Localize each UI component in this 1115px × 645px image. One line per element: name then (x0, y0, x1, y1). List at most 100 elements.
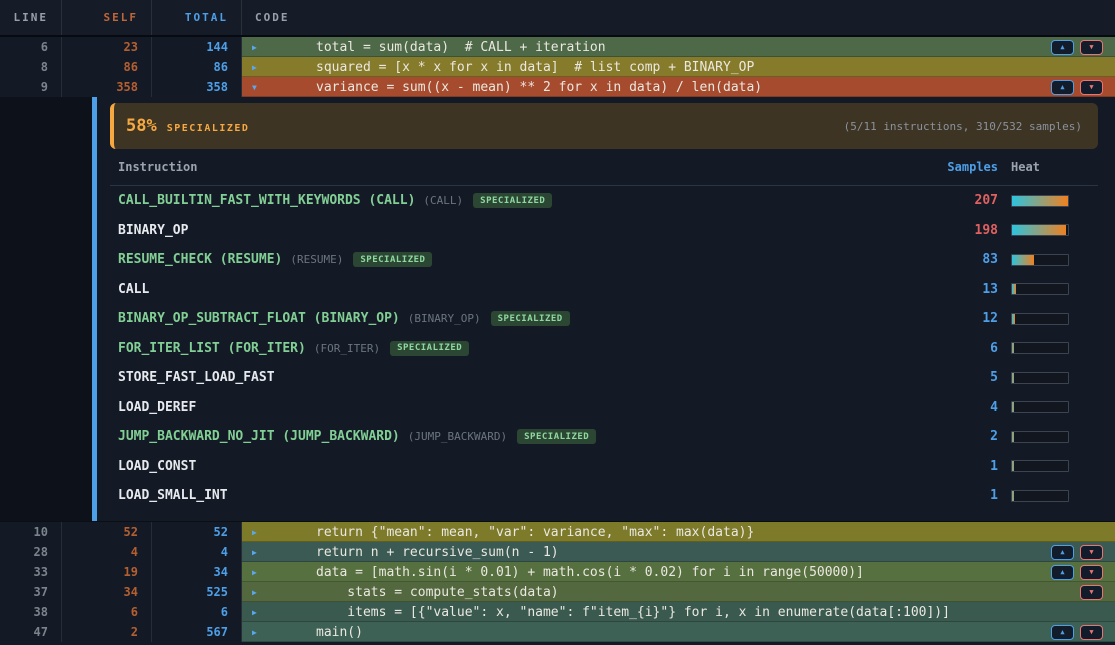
expand-icon[interactable]: ▶ (252, 522, 257, 542)
code-cell[interactable]: ▼variance = sum((x - mean) ** 2 for x in… (242, 77, 1115, 97)
base-instruction-name: (CALL) (423, 194, 463, 207)
total-samples: 86 (152, 57, 242, 77)
code-text: variance = sum((x - mean) ** 2 for x in … (242, 80, 762, 95)
specialization-panel: 58% SPECIALIZED (5/11 instructions, 310/… (0, 97, 1115, 521)
instruction-name-group: RESUME_CHECK (RESUME)(RESUME)SPECIALIZED (118, 252, 878, 267)
code-cell[interactable]: ▶data = [math.sin(i * 0.01) + math.cos(i… (242, 562, 1115, 582)
line-number: 33 (0, 562, 62, 582)
instruction-name: JUMP_BACKWARD_NO_JIT (JUMP_BACKWARD) (118, 429, 400, 444)
heat-bar-fill (1012, 284, 1016, 294)
sample-count: 1 (878, 459, 998, 474)
instruction-table-header: Instruction Samples Heat (110, 149, 1098, 186)
line-number: 6 (0, 37, 62, 57)
profiler-view: LINE SELF TOTAL CODE 623144▶total = sum(… (0, 0, 1115, 645)
code-row[interactable]: 3734525▶ stats = compute_stats(data)▼ (0, 582, 1115, 602)
instruction-name-group: BINARY_OP (118, 223, 878, 238)
self-samples: 52 (62, 522, 152, 542)
instruction-name-group: LOAD_SMALL_INT (118, 488, 878, 503)
base-instruction-name: (RESUME) (290, 253, 343, 266)
column-header-code: CODE (242, 0, 1115, 35)
jump-up-button[interactable]: ▲ (1051, 80, 1074, 95)
jump-down-button[interactable]: ▼ (1080, 585, 1103, 600)
jump-down-button[interactable]: ▼ (1080, 565, 1103, 580)
code-row[interactable]: 623144▶total = sum(data) # CALL + iterat… (0, 37, 1115, 57)
heat-bar-fill (1012, 461, 1014, 471)
code-row[interactable]: 88686▶squared = [x * x for x in data] # … (0, 57, 1115, 77)
line-number: 37 (0, 582, 62, 602)
total-samples: 6 (152, 602, 242, 622)
code-row[interactable]: 105252▶return {"mean": mean, "var": vari… (0, 522, 1115, 542)
panel-gutter (0, 97, 92, 521)
code-text: return n + recursive_sum(n - 1) (242, 545, 559, 560)
code-text: data = [math.sin(i * 0.01) + math.cos(i … (242, 565, 864, 580)
expand-icon[interactable]: ▶ (252, 622, 257, 642)
code-cell[interactable]: ▶return {"mean": mean, "var": variance, … (242, 522, 1115, 542)
code-row[interactable]: 9358358▼variance = sum((x - mean) ** 2 f… (0, 77, 1115, 97)
instruction-name: FOR_ITER_LIST (FOR_ITER) (118, 341, 306, 356)
instruction-name-group: LOAD_DEREF (118, 400, 878, 415)
jump-down-button[interactable]: ▼ (1080, 625, 1103, 640)
jump-down-button[interactable]: ▼ (1080, 80, 1103, 95)
code-row[interactable]: 2844▶return n + recursive_sum(n - 1)▲▼ (0, 542, 1115, 562)
instruction-name-group: FOR_ITER_LIST (FOR_ITER)(FOR_ITER)SPECIA… (118, 341, 878, 356)
up-arrow-icon: ▲ (1060, 629, 1064, 636)
expand-icon[interactable]: ▶ (252, 57, 257, 77)
row-nav-buttons: ▼ (1080, 585, 1103, 600)
jump-up-button[interactable]: ▲ (1051, 40, 1074, 55)
sample-count: 12 (878, 311, 998, 326)
expand-icon[interactable]: ▶ (252, 582, 257, 602)
code-row[interactable]: 472567▶main()▲▼ (0, 622, 1115, 642)
sample-count: 2 (878, 429, 998, 444)
line-number: 47 (0, 622, 62, 642)
heat-bar (1011, 254, 1069, 266)
sample-count: 6 (878, 341, 998, 356)
heat-bar (1011, 224, 1069, 236)
self-samples: 19 (62, 562, 152, 582)
summary-meta: (5/11 instructions, 310/532 samples) (844, 120, 1082, 133)
up-arrow-icon: ▲ (1060, 549, 1064, 556)
sample-count: 207 (878, 193, 998, 208)
total-samples: 4 (152, 542, 242, 562)
column-header-total: TOTAL (152, 0, 242, 35)
code-text: items = [{"value": x, "name": f"item_{i}… (242, 605, 950, 620)
instruction-name-group: CALL (118, 282, 878, 297)
instruction-row: RESUME_CHECK (RESUME)(RESUME)SPECIALIZED… (110, 245, 1098, 275)
code-cell[interactable]: ▶ stats = compute_stats(data) ▼ (242, 582, 1115, 602)
code-cell[interactable]: ▶squared = [x * x for x in data] # list … (242, 57, 1115, 77)
jump-up-button[interactable]: ▲ (1051, 545, 1074, 560)
table-header: LINE SELF TOTAL CODE (0, 0, 1115, 37)
code-table-top: 623144▶total = sum(data) # CALL + iterat… (0, 37, 1115, 97)
line-number: 28 (0, 542, 62, 562)
self-samples: 23 (62, 37, 152, 57)
row-nav-buttons: ▲▼ (1051, 625, 1103, 640)
expand-icon[interactable]: ▶ (252, 562, 257, 582)
expand-icon[interactable]: ▶ (252, 602, 257, 622)
expand-icon[interactable]: ▶ (252, 37, 257, 57)
jump-down-button[interactable]: ▼ (1080, 40, 1103, 55)
jump-up-button[interactable]: ▲ (1051, 625, 1074, 640)
code-table-bottom: 105252▶return {"mean": mean, "var": vari… (0, 521, 1115, 642)
sample-count: 5 (878, 370, 998, 385)
sample-count: 1 (878, 488, 998, 503)
down-arrow-icon: ▼ (1089, 629, 1093, 636)
heat-bar-fill (1012, 491, 1014, 501)
total-samples: 144 (152, 37, 242, 57)
collapse-icon[interactable]: ▼ (252, 77, 257, 97)
jump-up-button[interactable]: ▲ (1051, 565, 1074, 580)
code-cell[interactable]: ▶return n + recursive_sum(n - 1) ▲ ▼ (242, 542, 1115, 562)
specialized-badge: SPECIALIZED (353, 252, 432, 267)
self-samples: 86 (62, 57, 152, 77)
up-arrow-icon: ▲ (1060, 84, 1064, 91)
code-cell[interactable]: ▶main()▲▼ (242, 622, 1115, 642)
instruction-name: LOAD_SMALL_INT (118, 488, 228, 503)
instruction-row: LOAD_DEREF4 (110, 393, 1098, 423)
base-instruction-name: (FOR_ITER) (314, 342, 380, 355)
code-row[interactable]: 331934▶data = [math.sin(i * 0.01) + math… (0, 562, 1115, 582)
code-cell[interactable]: ▶total = sum(data) # CALL + iteration▲▼ (242, 37, 1115, 57)
jump-down-button[interactable]: ▼ (1080, 545, 1103, 560)
code-cell[interactable]: ▶ items = [{"value": x, "name": f"item_{… (242, 602, 1115, 622)
expand-icon[interactable]: ▶ (252, 542, 257, 562)
code-text: stats = compute_stats(data) (242, 585, 559, 600)
down-arrow-icon: ▼ (1089, 549, 1093, 556)
code-row[interactable]: 3866▶ items = [{"value": x, "name": f"it… (0, 602, 1115, 622)
